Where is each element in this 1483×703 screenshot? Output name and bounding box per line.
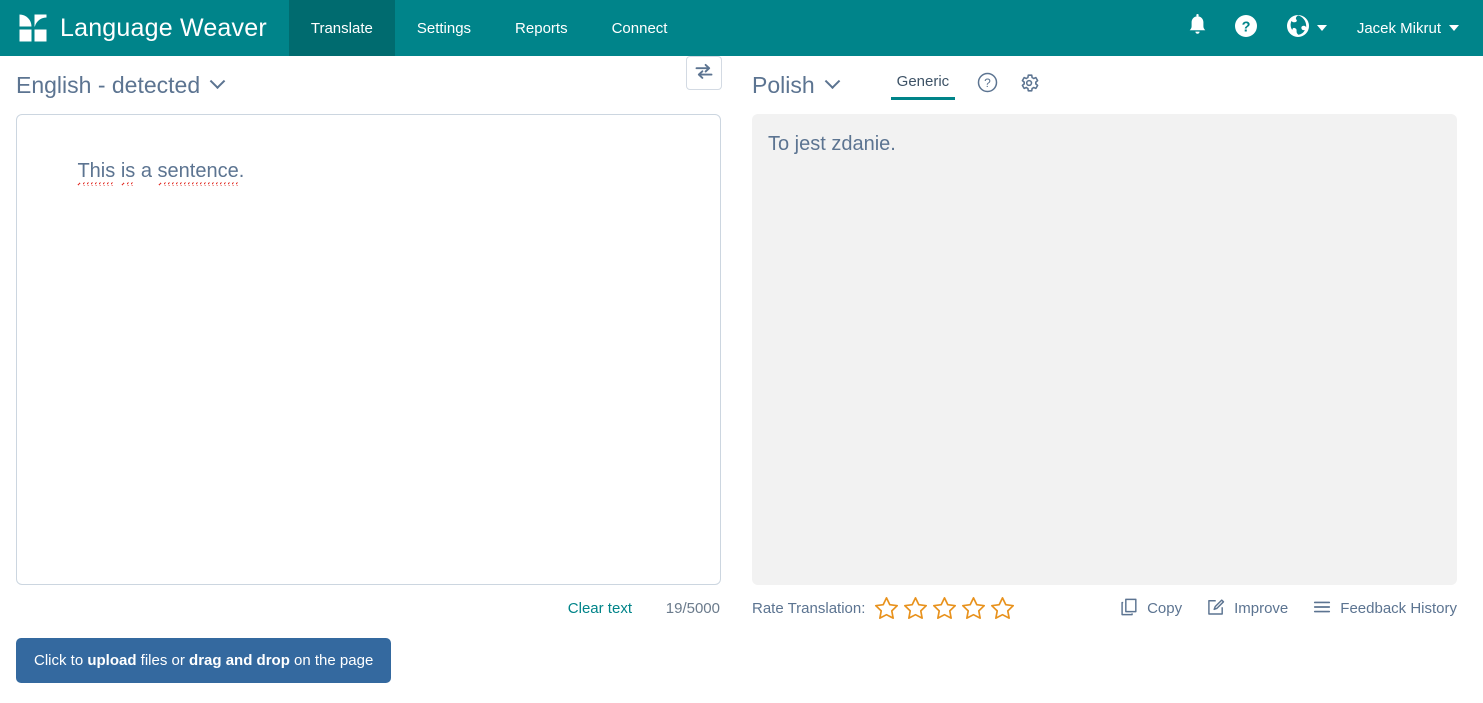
chevron-down-icon: [209, 72, 226, 89]
source-word: sentence: [157, 160, 239, 182]
copy-button[interactable]: Copy: [1119, 597, 1182, 621]
target-panel: To jest zdanie.: [752, 114, 1457, 585]
nav-item-translate[interactable]: Translate: [288, 0, 395, 56]
target-text: To jest zdanie.: [768, 133, 896, 155]
model-help-button[interactable]: ?: [969, 68, 1005, 102]
source-punct: .: [238, 160, 245, 182]
target-actions: Copy Improve Feedback History: [1119, 597, 1457, 621]
rating-star-1[interactable]: [873, 595, 900, 622]
rating-star-4[interactable]: [960, 595, 987, 622]
rating-star-3[interactable]: [931, 595, 958, 622]
nav-item-connect[interactable]: Connect: [590, 0, 690, 56]
language-bar: English - detected Polish Generic ?: [0, 56, 1483, 114]
edit-pencil-icon: [1206, 597, 1226, 621]
nav-label-reports: Reports: [515, 19, 568, 37]
target-footer: Rate Translation: Copy Improve Feedback …: [752, 585, 1457, 632]
user-name: Jacek Mikrut: [1356, 19, 1441, 37]
upload-bold-upload: upload: [87, 652, 137, 669]
clear-text-button[interactable]: Clear text: [568, 600, 632, 617]
source-text: This is a sentence.: [33, 132, 704, 210]
target-language-zone: Polish Generic ?: [752, 68, 1047, 102]
rating-stars: [873, 595, 1016, 622]
upload-suffix: on the page: [289, 652, 374, 669]
brand-name: Language Weaver: [60, 13, 267, 42]
svg-text:?: ?: [1241, 19, 1250, 35]
user-menu-button[interactable]: Jacek Mikrut: [1341, 0, 1465, 56]
gear-icon: [1018, 72, 1040, 99]
translation-panels: This is a sentence. To jest zdanie.: [0, 114, 1483, 585]
swap-arrows-icon: [694, 62, 714, 85]
target-language-selector[interactable]: Polish: [752, 71, 840, 99]
copy-label: Copy: [1147, 600, 1183, 617]
help-circle-outline-icon: ?: [977, 72, 998, 98]
model-tab-label: Generic: [896, 73, 950, 90]
source-language-label: English - detected: [16, 71, 201, 98]
brand: Language Weaver: [0, 0, 289, 56]
source-language-selector[interactable]: English - detected: [16, 71, 226, 99]
source-space: a: [135, 160, 158, 182]
feedback-history-label: Feedback History: [1340, 600, 1457, 617]
copy-icon: [1119, 597, 1139, 621]
bell-icon: [1187, 14, 1208, 42]
source-footer: Clear text 19/5000: [16, 585, 721, 632]
chevron-down-icon: [824, 72, 840, 89]
upload-bold-dragdrop: drag and drop: [189, 652, 290, 669]
help-button[interactable]: ?: [1224, 0, 1268, 56]
rating-star-2[interactable]: [902, 595, 929, 622]
list-lines-icon: [1312, 597, 1332, 621]
model-settings-button[interactable]: [1011, 68, 1047, 102]
header-actions: ? Jacek Mikrut: [1176, 0, 1483, 56]
source-textarea[interactable]: This is a sentence.: [16, 114, 721, 585]
character-count: 19/5000: [665, 600, 720, 617]
feedback-history-button[interactable]: Feedback History: [1312, 597, 1457, 621]
source-panel: This is a sentence.: [16, 114, 721, 585]
svg-text:?: ?: [984, 76, 991, 90]
target-language-label: Polish: [752, 71, 815, 98]
main-nav: Translate Settings Reports Connect: [288, 0, 690, 56]
help-circle-icon: ?: [1234, 14, 1258, 43]
nav-label-connect: Connect: [611, 19, 668, 37]
upload-middle: files or: [136, 652, 190, 669]
target-output: To jest zdanie.: [752, 114, 1457, 585]
language-switcher-button[interactable]: [1272, 0, 1337, 56]
rate-translation-label: Rate Translation:: [752, 600, 866, 617]
improve-button[interactable]: Improve: [1206, 597, 1288, 621]
source-space: [115, 160, 121, 182]
nav-label-translate: Translate: [310, 19, 373, 37]
nav-item-settings[interactable]: Settings: [395, 0, 493, 56]
panel-footers: Clear text 19/5000 Rate Translation: Cop…: [0, 585, 1483, 632]
rating-star-5[interactable]: [989, 595, 1016, 622]
language-weaver-logo: [18, 13, 48, 43]
improve-label: Improve: [1234, 600, 1289, 617]
chevron-down-icon: [1316, 25, 1327, 31]
source-word: is: [120, 160, 136, 182]
upload-files-button[interactable]: Click to upload files or drag and drop o…: [16, 638, 392, 683]
globe-icon: [1286, 14, 1310, 43]
app-header: Language Weaver Translate Settings Repor…: [0, 0, 1483, 56]
nav-item-reports[interactable]: Reports: [493, 0, 590, 56]
source-word: This: [77, 160, 116, 182]
nav-label-settings: Settings: [416, 19, 472, 37]
upload-row: Click to upload files or drag and drop o…: [0, 632, 1483, 683]
upload-prefix: Click to: [34, 652, 88, 669]
tab-generic-model[interactable]: Generic: [890, 70, 956, 100]
notifications-button[interactable]: [1176, 0, 1220, 56]
chevron-down-icon: [1449, 25, 1459, 31]
swap-languages-button[interactable]: [686, 56, 722, 90]
